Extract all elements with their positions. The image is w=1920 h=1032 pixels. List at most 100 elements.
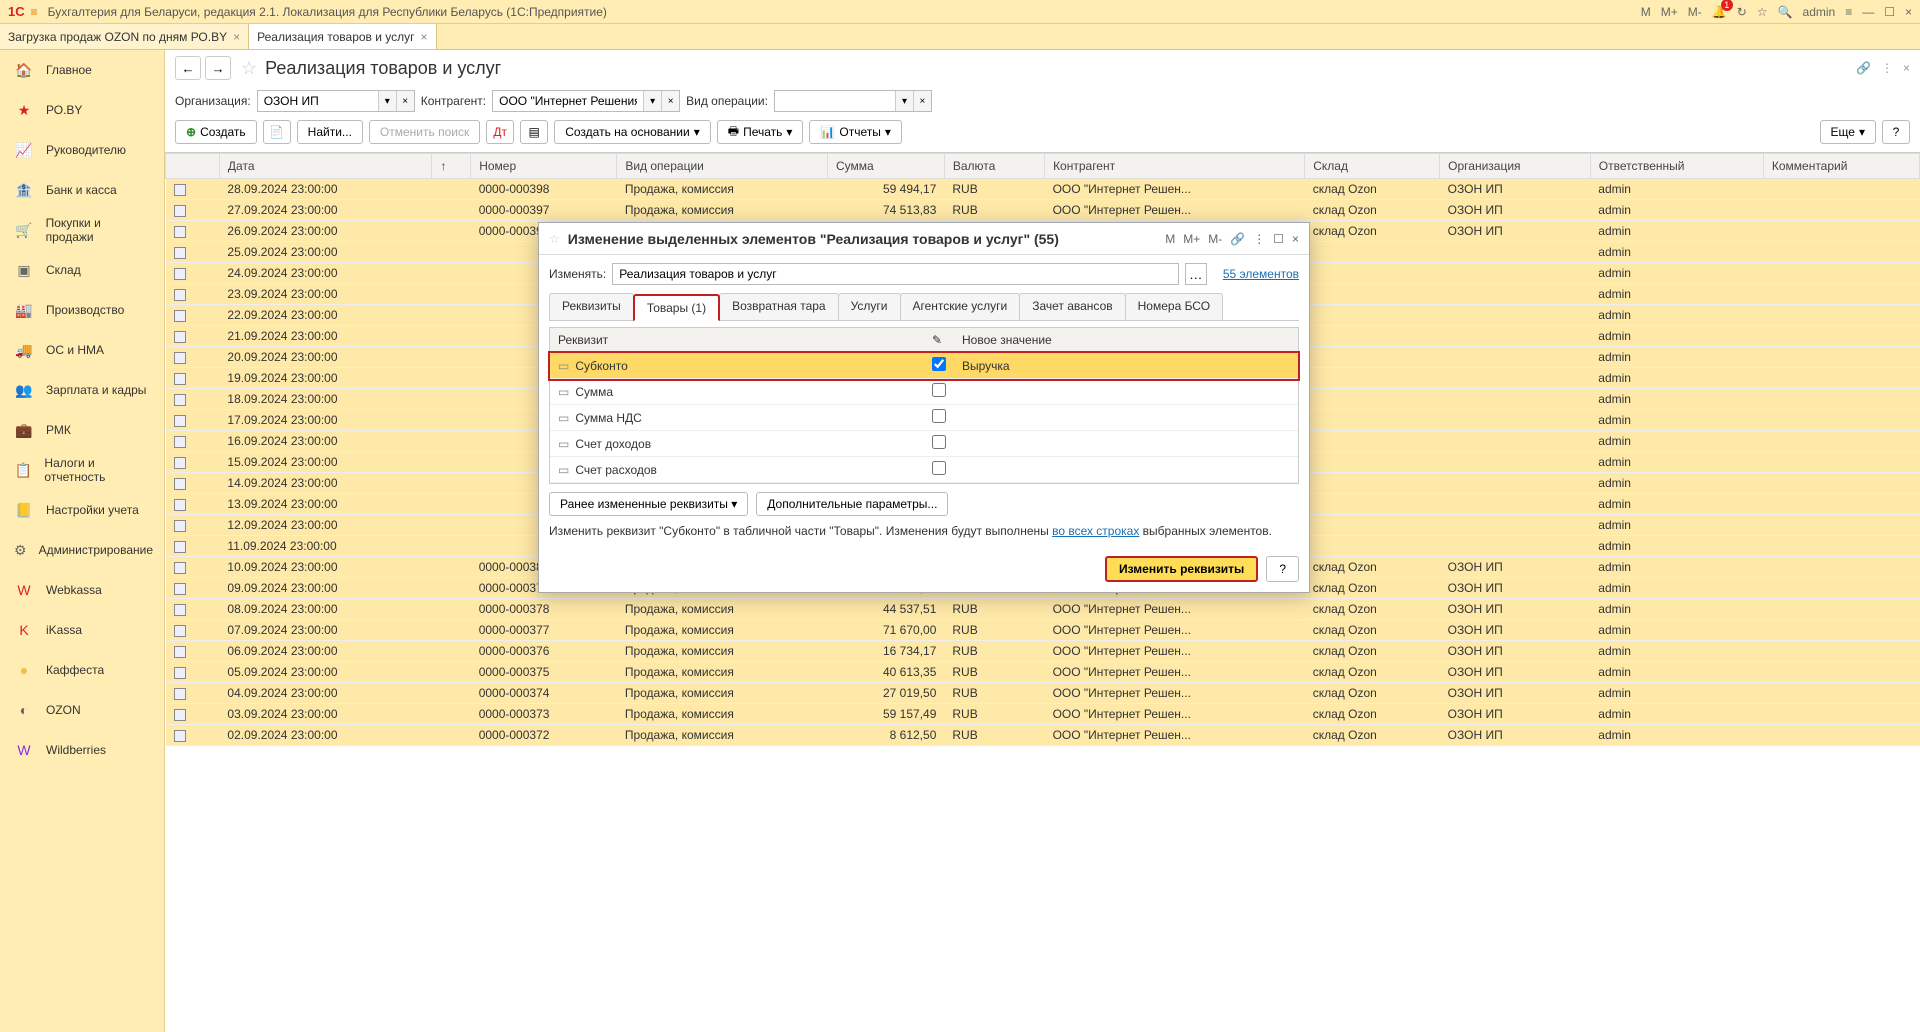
page-close-icon[interactable]: × xyxy=(1903,61,1910,75)
attr-checkbox[interactable] xyxy=(932,383,946,397)
oper-input[interactable] xyxy=(775,91,895,111)
dk-button[interactable]: Дт xyxy=(486,120,514,144)
change-browse-button[interactable]: … xyxy=(1185,263,1207,285)
list-button[interactable]: ▤ xyxy=(520,120,548,144)
star-icon[interactable]: ☆ xyxy=(1757,5,1768,19)
link-icon[interactable]: 🔗 xyxy=(1856,61,1871,75)
sidebar-item[interactable]: ⚙Администрирование xyxy=(0,530,164,570)
reports-button[interactable]: 📊 Отчеты ▾ xyxy=(809,120,901,144)
history-icon[interactable]: ↻ xyxy=(1737,5,1747,19)
modal-tab[interactable]: Товары (1) xyxy=(633,294,720,321)
modal-tab[interactable]: Агентские услуги xyxy=(900,293,1021,320)
mem-m[interactable]: M xyxy=(1641,5,1651,19)
modal-column-header[interactable]: ✎ xyxy=(924,328,954,353)
sidebar-item[interactable]: KiKassa xyxy=(0,610,164,650)
table-row[interactable]: 04.09.2024 23:00:000000-000374Продажа, к… xyxy=(166,683,1920,704)
column-header[interactable]: Организация xyxy=(1440,154,1591,179)
nav-back-button[interactable]: ← xyxy=(175,56,201,80)
maximize-icon[interactable]: ☐ xyxy=(1884,5,1895,19)
attr-checkbox[interactable] xyxy=(932,435,946,449)
hamburger-icon[interactable]: ≡ xyxy=(31,5,38,19)
column-header[interactable]: Вид операции xyxy=(617,154,828,179)
contr-combo[interactable]: ▾ × xyxy=(492,90,680,112)
modal-more-icon[interactable]: ⋮ xyxy=(1253,232,1265,246)
column-header[interactable]: Ответственный xyxy=(1590,154,1763,179)
modal-m[interactable]: M xyxy=(1165,232,1175,246)
attribute-row[interactable]: ▭Сумма НДС xyxy=(550,405,1298,431)
favorite-star-icon[interactable]: ☆ xyxy=(241,58,257,79)
attr-checkbox[interactable] xyxy=(932,409,946,423)
oper-combo[interactable]: ▾ × xyxy=(774,90,932,112)
modal-tab[interactable]: Зачет авансов xyxy=(1019,293,1125,320)
sidebar-item[interactable]: WWebkassa xyxy=(0,570,164,610)
sidebar-item[interactable]: 💼РМК xyxy=(0,410,164,450)
sidebar-item[interactable]: 📈Руководителю xyxy=(0,130,164,170)
extra-params-button[interactable]: Дополнительные параметры... xyxy=(756,492,948,516)
close-icon[interactable]: × xyxy=(1905,5,1912,19)
elements-link[interactable]: 55 элементов xyxy=(1223,267,1299,281)
attribute-row[interactable]: ▭Счет доходов xyxy=(550,431,1298,457)
attribute-row[interactable]: ▭Счет расходов xyxy=(550,457,1298,483)
user-label[interactable]: admin xyxy=(1803,5,1836,19)
sidebar-item[interactable]: WWildberries xyxy=(0,730,164,770)
modal-mplus[interactable]: M+ xyxy=(1183,232,1200,246)
apply-button[interactable]: Изменить реквизиты xyxy=(1105,556,1258,582)
settings-icon[interactable]: ≡ xyxy=(1845,5,1852,19)
table-row[interactable]: 08.09.2024 23:00:000000-000378Продажа, к… xyxy=(166,599,1920,620)
modal-close-icon[interactable]: × xyxy=(1292,232,1299,246)
contr-dropdown-icon[interactable]: ▾ xyxy=(643,91,661,111)
sidebar-item[interactable]: 🏠Главное xyxy=(0,50,164,90)
tab-close-icon[interactable]: × xyxy=(421,30,428,44)
column-header[interactable]: Дата xyxy=(219,154,432,179)
oper-dropdown-icon[interactable]: ▾ xyxy=(895,91,913,111)
modal-help-button[interactable]: ? xyxy=(1266,556,1299,582)
modal-star-icon[interactable]: ☆ xyxy=(549,232,560,246)
modal-tab[interactable]: Номера БСО xyxy=(1125,293,1223,320)
table-row[interactable]: 27.09.2024 23:00:000000-000397Продажа, к… xyxy=(166,200,1920,221)
column-header[interactable]: Валюта xyxy=(944,154,1044,179)
oper-clear-icon[interactable]: × xyxy=(913,91,931,111)
help-button[interactable]: ? xyxy=(1882,120,1910,144)
modal-tab[interactable]: Услуги xyxy=(838,293,901,320)
table-row[interactable]: 28.09.2024 23:00:000000-000398Продажа, к… xyxy=(166,179,1920,200)
more-button[interactable]: Еще ▾ xyxy=(1820,120,1876,144)
sidebar-item[interactable]: 📒Настройки учета xyxy=(0,490,164,530)
create-button[interactable]: ⊕Создать xyxy=(175,120,257,144)
sidebar-item[interactable]: 🚚ОС и НМА xyxy=(0,330,164,370)
sidebar-item[interactable]: ◐OZON xyxy=(0,690,164,730)
attr-checkbox[interactable] xyxy=(932,461,946,475)
minimize-icon[interactable]: — xyxy=(1862,5,1874,19)
org-combo[interactable]: ▾ × xyxy=(257,90,415,112)
contr-input[interactable] xyxy=(493,91,643,111)
prev-attrs-button[interactable]: Ранее измененные реквизиты ▾ xyxy=(549,492,748,516)
sidebar-item[interactable]: 🛒Покупки и продажи xyxy=(0,210,164,250)
modal-mminus[interactable]: M- xyxy=(1208,232,1222,246)
bell-icon[interactable]: 🔔 xyxy=(1712,5,1727,19)
sidebar-item[interactable]: 👥Зарплата и кадры xyxy=(0,370,164,410)
more-icon[interactable]: ⋮ xyxy=(1881,61,1893,75)
contr-clear-icon[interactable]: × xyxy=(661,91,679,111)
modal-column-header[interactable]: Реквизит xyxy=(550,328,924,353)
attribute-row[interactable]: ▭Сумма xyxy=(550,379,1298,405)
app-tab[interactable]: Загрузка продаж OZON по дням РО.BY× xyxy=(0,24,249,49)
search-icon[interactable]: 🔍 xyxy=(1778,5,1793,19)
column-header[interactable]: Комментарий xyxy=(1763,154,1919,179)
sidebar-item[interactable]: ▣Склад xyxy=(0,250,164,290)
sidebar-item[interactable]: 🏦Банк и касса xyxy=(0,170,164,210)
table-row[interactable]: 03.09.2024 23:00:000000-000373Продажа, к… xyxy=(166,704,1920,725)
org-clear-icon[interactable]: × xyxy=(396,91,414,111)
tab-close-icon[interactable]: × xyxy=(233,30,240,44)
column-header[interactable]: Склад xyxy=(1305,154,1440,179)
table-row[interactable]: 02.09.2024 23:00:000000-000372Продажа, к… xyxy=(166,725,1920,746)
modal-link-icon[interactable]: 🔗 xyxy=(1230,232,1245,246)
table-row[interactable]: 07.09.2024 23:00:000000-000377Продажа, к… xyxy=(166,620,1920,641)
mem-mplus[interactable]: M+ xyxy=(1661,5,1678,19)
column-header[interactable]: Контрагент xyxy=(1045,154,1305,179)
nav-forward-button[interactable]: → xyxy=(205,56,231,80)
print-button[interactable]: 🖶 Печать ▾ xyxy=(717,120,804,144)
hint-link[interactable]: во всех строках xyxy=(1052,524,1139,538)
modal-tab[interactable]: Реквизиты xyxy=(549,293,634,320)
sidebar-item[interactable]: 🏭Производство xyxy=(0,290,164,330)
copy-button[interactable]: 📄 xyxy=(263,120,291,144)
attribute-row[interactable]: ▭Субконто Выручка xyxy=(550,353,1298,379)
